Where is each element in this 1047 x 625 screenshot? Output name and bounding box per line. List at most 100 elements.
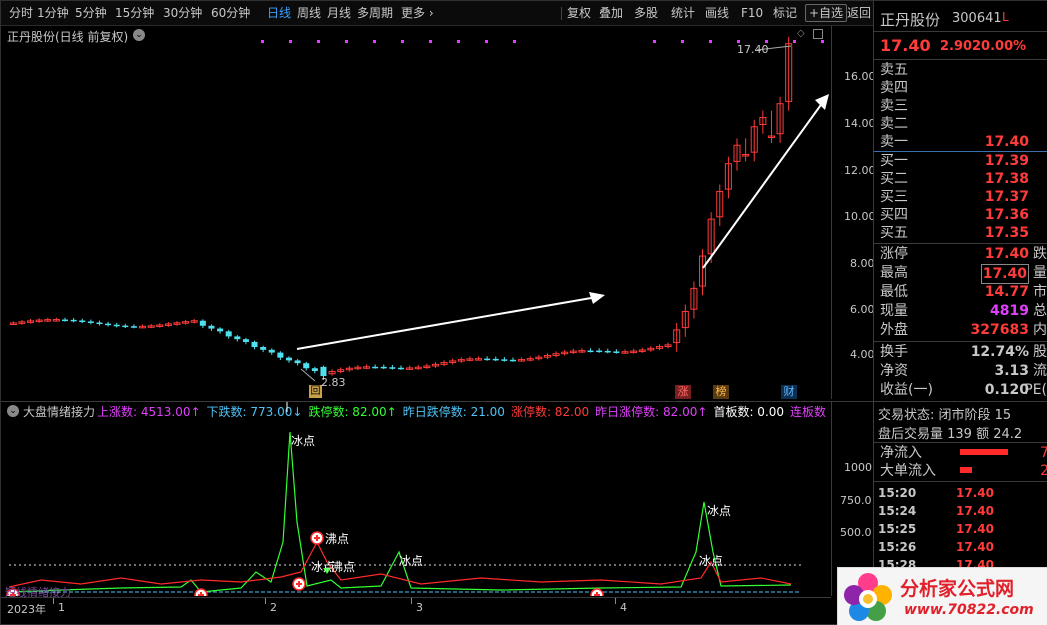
candle-body (285, 357, 293, 361)
price-axis-label: 10.00 (844, 210, 876, 223)
candle-body (199, 320, 206, 326)
top-marker (681, 40, 684, 43)
add-watchlist-button[interactable]: +自选 (805, 4, 848, 22)
top-marker (373, 40, 376, 43)
candle-body (372, 366, 379, 369)
annotation-ice-point: 冰点 (699, 554, 724, 568)
candle-body (397, 367, 405, 370)
period-tab-multi[interactable]: 多周期 (357, 5, 393, 21)
candle-body (217, 328, 224, 332)
candle-body (604, 350, 611, 353)
bid-row: 买五 17.35 (880, 225, 1029, 241)
candle-body (311, 368, 318, 372)
candle-body (268, 349, 275, 353)
annotation-ice-point: 冰点 (707, 504, 732, 518)
low-price-label: 2.83 (321, 376, 346, 389)
top-marker (653, 40, 656, 43)
mark-button[interactable]: 标记 (773, 5, 797, 21)
top-marker (401, 40, 404, 43)
event-tag-list[interactable]: 榜 (713, 385, 729, 399)
annotation-boil-point: 沸点 (331, 560, 356, 574)
candlestick-svg (9, 36, 829, 382)
top-marker (289, 40, 292, 43)
period-tab-weekly[interactable]: 周线 (297, 5, 321, 21)
trend-arrowhead (815, 94, 829, 110)
indicator-svg (6, 402, 801, 596)
price-axis-label: 14.00 (844, 117, 876, 130)
candle-body (105, 323, 112, 326)
f10-button[interactable]: F10 (741, 5, 763, 21)
period-tab-5min[interactable]: 5分钟 (75, 5, 107, 21)
candle-body (380, 366, 387, 369)
fin-row: 换手12.74%股本 (880, 344, 1047, 360)
indicator-axis-label: 500.0 (840, 526, 872, 539)
period-tab-1min[interactable]: 1分钟 (37, 5, 69, 21)
trade-status: 交易状态: 闭市阶段 15 (878, 408, 1012, 423)
date-axis-month: 2 (270, 601, 277, 614)
flower-logo-icon (844, 573, 892, 621)
stat-row: 最低14.77市值 (880, 284, 1047, 300)
period-tab-monthly[interactable]: 月线 (327, 5, 351, 21)
kline-chart[interactable]: 正丹股份(日线 前复权) ⌄ ◇ 16.00 14.00 12.00 10.00… (1, 26, 876, 399)
top-marker (485, 40, 488, 43)
candle-body (251, 341, 258, 348)
top-marker (709, 40, 712, 43)
top-marker (793, 40, 796, 43)
app-window: 分时 1分钟 5分钟 15分钟 30分钟 60分钟 日线 周线 月线 多周期 更… (0, 0, 1047, 625)
period-tab-15min[interactable]: 15分钟 (115, 5, 154, 21)
return-icon[interactable]: 回 (309, 385, 322, 398)
candle-body (61, 319, 69, 322)
price-axis-label: 6.00 (850, 303, 875, 316)
logo-url: www.70822.com (904, 602, 1034, 618)
tick-row: 15:25 17.40 (878, 522, 994, 536)
candle-body (79, 320, 86, 322)
candle-body (234, 336, 241, 340)
candle-body (596, 350, 603, 353)
fin-row: 净资3.13流通 (880, 363, 1047, 379)
event-tag-limit-up[interactable]: 涨 (675, 385, 691, 399)
stat-row: 涨停17.40跌停 (880, 246, 1047, 262)
statistics-button[interactable]: 统计 (671, 5, 695, 21)
price-axis: 16.00 14.00 12.00 10.00 8.00 6.00 4.00 (831, 26, 876, 399)
period-tab-30min[interactable]: 30分钟 (163, 5, 202, 21)
bid-row: 买二 17.38 (880, 171, 1029, 187)
period-tab-daily[interactable]: 日线 (267, 5, 291, 21)
fuquan-button[interactable]: 复权 (567, 5, 591, 21)
tick-row: 15:24 17.40 (878, 504, 994, 518)
event-tag-finance[interactable]: 财 (781, 385, 797, 399)
stock-flag: L (1002, 10, 1009, 24)
bid-row: 买四 17.36 (880, 207, 1029, 223)
ask-row: 卖四 (880, 80, 908, 96)
trend-arrowhead (589, 292, 605, 304)
top-marker (513, 40, 516, 43)
stat-row: 外盘327683内盘 (880, 322, 1047, 338)
ask-row: 卖五 (880, 62, 908, 78)
candle-body (70, 319, 77, 322)
period-tab-fenshi[interactable]: 分时 (9, 5, 33, 21)
overlay-button[interactable]: 叠加 (599, 5, 623, 21)
draw-line-button[interactable]: 画线 (705, 5, 729, 21)
site-logo: 分析家公式网 www.70822.com (837, 567, 1047, 625)
period-tab-60min[interactable]: 60分钟 (211, 5, 250, 21)
indicator-chart[interactable]: ⌄ 大盘情绪接力 上涨数: 4513.00↑ 下跌数: 773.00↓ 跌停数: 8… (1, 401, 873, 599)
candle-body (208, 325, 215, 329)
price-change-pct: 20.00% (972, 39, 1027, 54)
annotation-ice-point: 冰点 (399, 554, 424, 568)
candle-body (492, 358, 499, 361)
top-marker (317, 40, 320, 43)
top-marker (457, 40, 460, 43)
ask-row: 卖二 (880, 116, 908, 132)
back-button[interactable]: 返回 (847, 5, 871, 21)
candle-body (87, 321, 94, 323)
ask-row: 卖一 17.40 (880, 134, 1029, 150)
price-axis-label: 16.00 (844, 70, 876, 83)
candle-body (484, 358, 491, 361)
multi-stock-button[interactable]: 多股 (634, 5, 658, 21)
period-tab-more[interactable]: 更多 › (401, 5, 434, 21)
flow-row: 净流入 7 (880, 445, 1047, 461)
candle-body (320, 366, 327, 377)
tick-row: 15:26 17.40 (878, 540, 994, 554)
after-hours-volume: 盘后交易量 139 额 24.2 (878, 427, 1023, 442)
annotation-boil-point: 沸点 (325, 532, 350, 546)
bid-row: 买三 17.37 (880, 189, 1029, 205)
